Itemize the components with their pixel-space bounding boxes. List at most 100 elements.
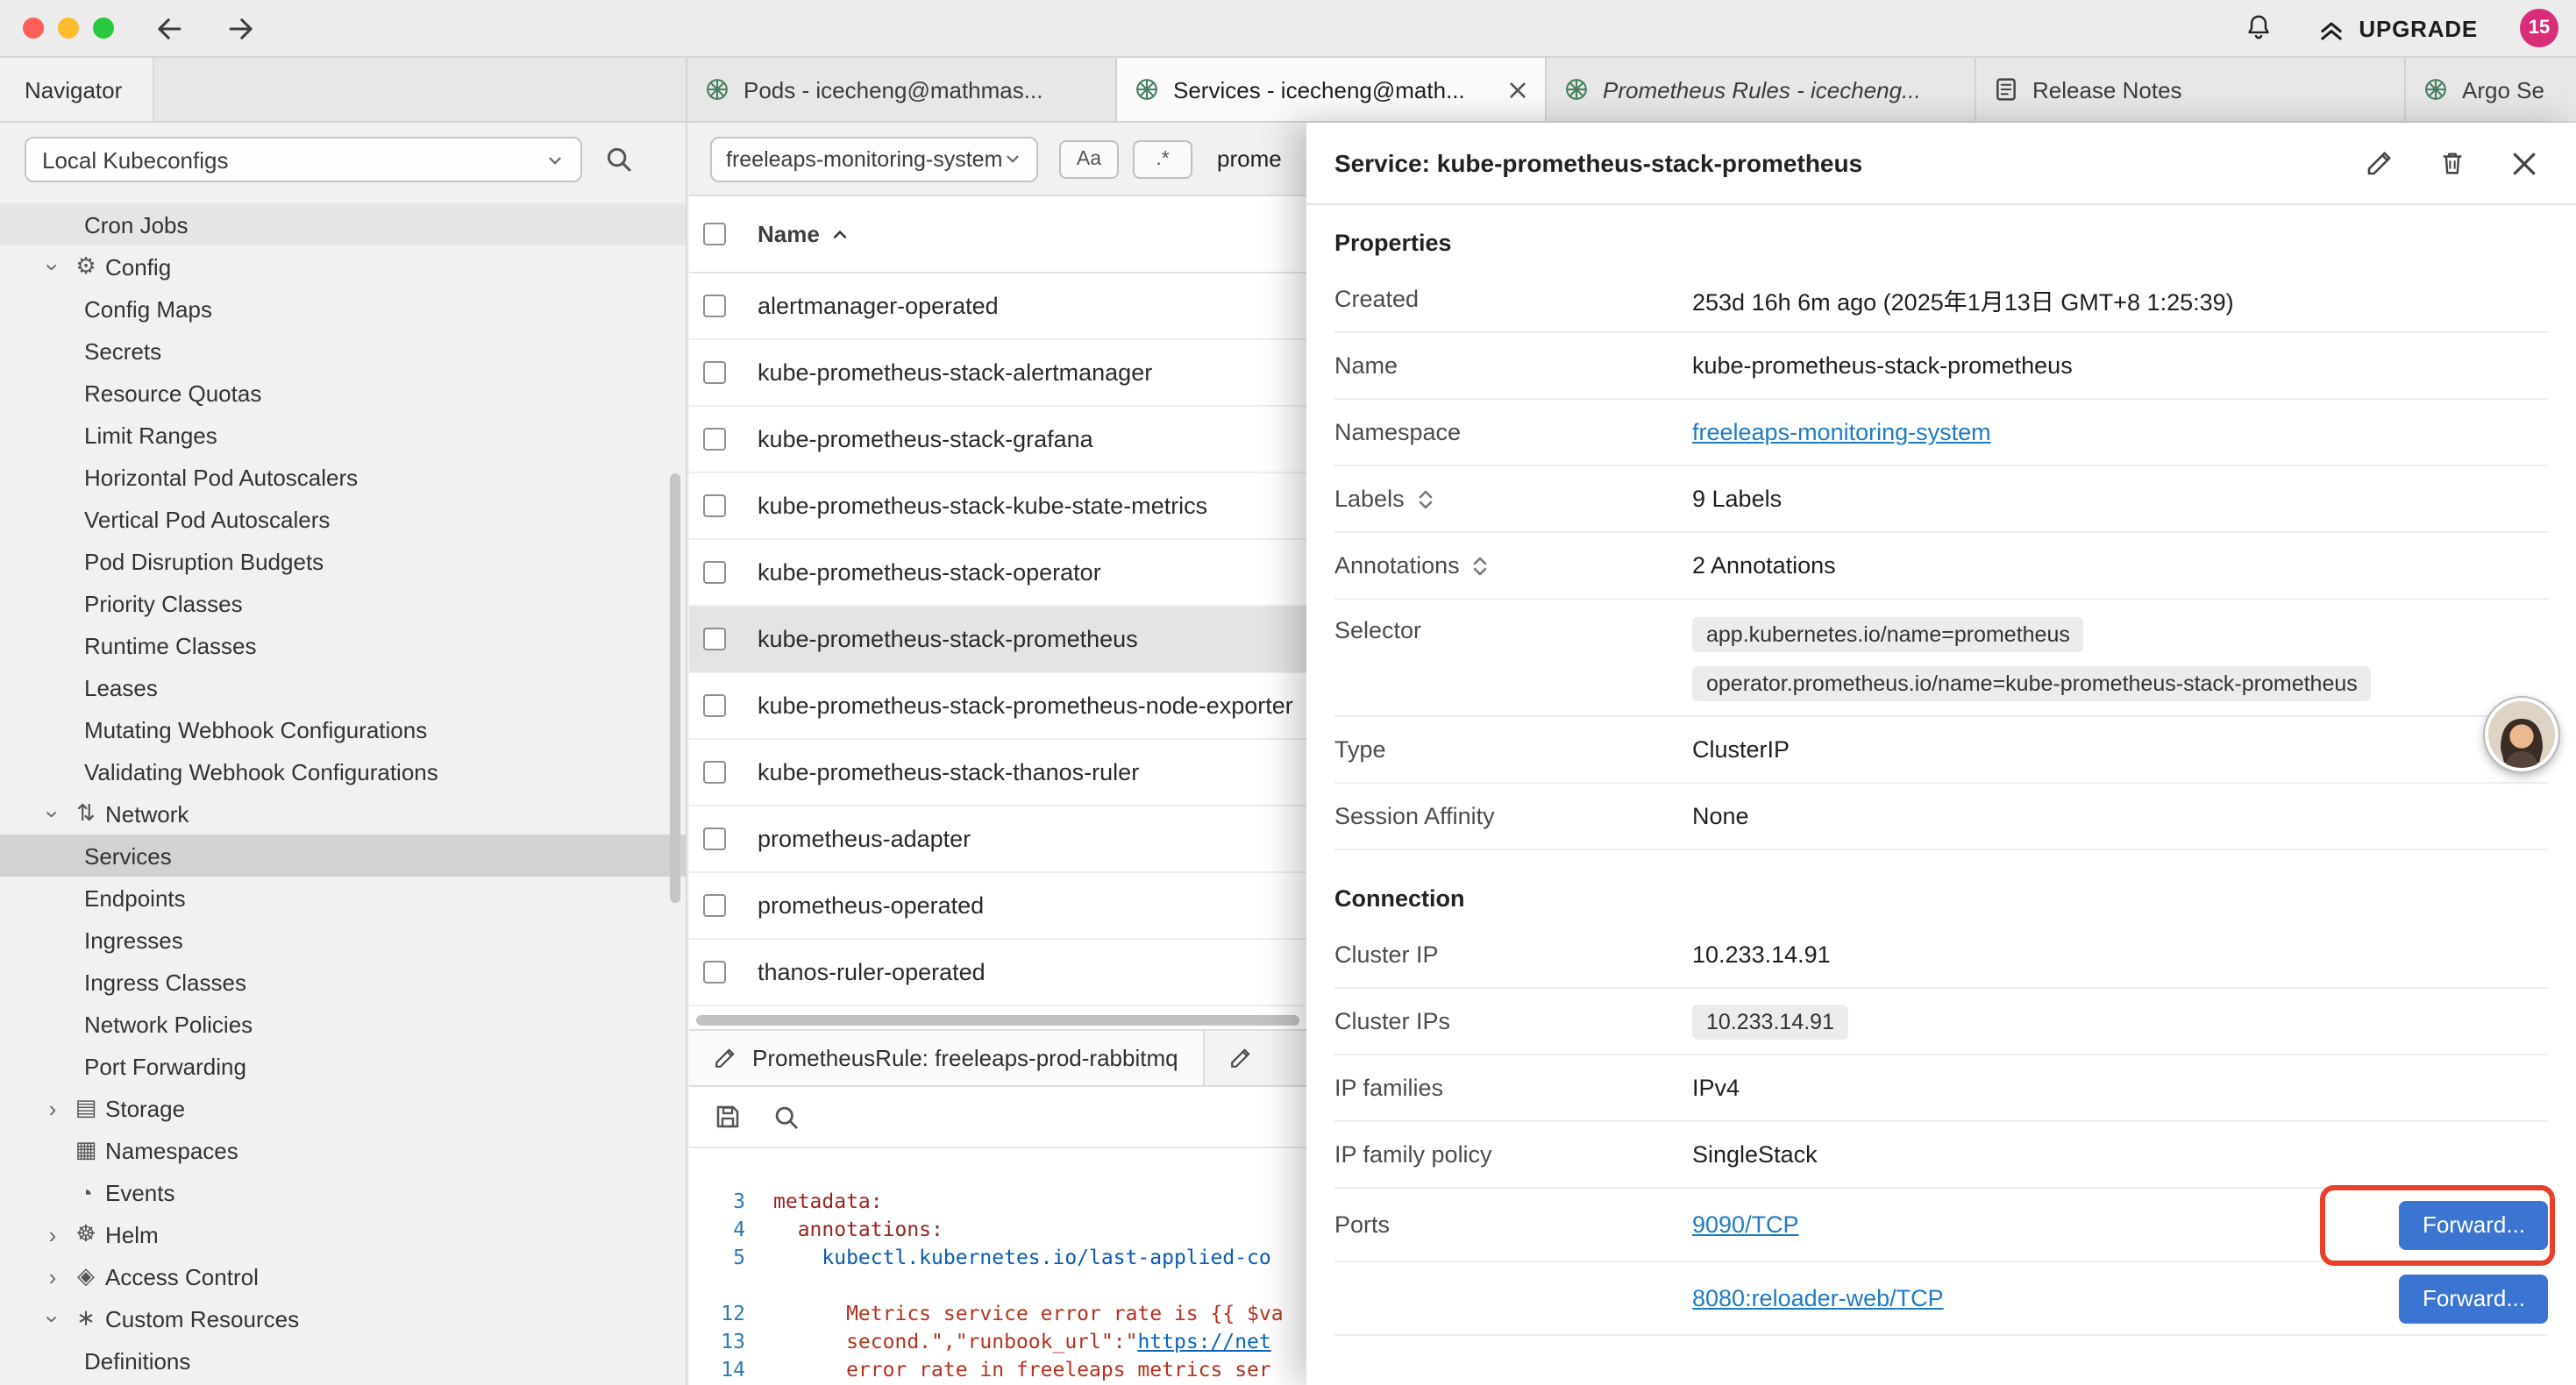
row-checkbox[interactable] [703, 694, 726, 717]
port-link[interactable]: 8080:reloader-web/TCP [1692, 1285, 1944, 1311]
sidebar-item[interactable]: Leases [0, 666, 686, 708]
row-checkbox[interactable] [703, 761, 726, 784]
navigator-header[interactable]: Navigator [0, 58, 154, 121]
minimize-window-button[interactable] [58, 18, 79, 39]
sidebar-item[interactable]: Ingresses [0, 919, 686, 961]
sidebar-item[interactable]: ⚙ Config [0, 245, 686, 288]
service-name: kube-prometheus-stack-prometheus-node-ex… [758, 692, 1293, 719]
close-tab-icon[interactable] [1508, 80, 1527, 99]
close-window-button[interactable] [23, 18, 44, 39]
sidebar-item[interactable]: ▦ Namespaces [0, 1129, 686, 1171]
row-checkbox[interactable] [703, 827, 726, 850]
row-checkbox[interactable] [703, 295, 726, 317]
detail-label: Namespace [1334, 419, 1692, 445]
detail-row-annotations: Annotations 2 Annotations [1334, 533, 2548, 600]
namespace-link[interactable]: freeleaps-monitoring-system [1692, 419, 1991, 445]
match-case-toggle[interactable]: Aa [1059, 139, 1119, 178]
detail-value: None [1692, 803, 2548, 829]
detail-row-type: Type ClusterIP [1334, 717, 2548, 784]
forward-button[interactable] [224, 11, 258, 45]
detail-value[interactable]: 9 Labels [1692, 486, 2548, 512]
row-checkbox[interactable] [703, 961, 726, 984]
horizontal-scrollbar-thumb[interactable] [696, 1015, 1299, 1026]
notifications-bell-icon[interactable] [2243, 12, 2274, 44]
dock-tab-prometheusrule[interactable]: PrometheusRule: freeleaps-prod-rabbitmq [689, 1031, 1205, 1085]
detail-label: Name [1334, 352, 1692, 379]
sidebar-item-label: Resource Quotas [84, 380, 261, 406]
sidebar-item[interactable]: Vertical Pod Autoscalers [0, 498, 686, 540]
sidebar-item[interactable]: ∗ Custom Resources [0, 1297, 686, 1339]
sidebar-item[interactable]: Mutating Webhook Configurations [0, 708, 686, 750]
code-text: error rate in freeleaps metrics ser [773, 1355, 1271, 1383]
tab-pods[interactable]: Pods - icecheng@mathmas... [687, 58, 1117, 121]
sidebar-item[interactable]: ◈ Access Control [0, 1255, 686, 1297]
sidebar-item[interactable]: Port Forwarding [0, 1045, 686, 1087]
sidebar-item[interactable]: Services [0, 835, 686, 877]
tab-argo[interactable]: Argo Se [2406, 58, 2576, 121]
sidebar-item[interactable]: Runtime Classes [0, 624, 686, 666]
line-number: 3 [689, 1187, 773, 1215]
sidebar-item[interactable]: Endpoints [0, 877, 686, 919]
row-checkbox[interactable] [703, 361, 726, 384]
sidebar-item[interactable]: ▤ Storage [0, 1087, 686, 1129]
forward-button[interactable]: Forward... [2400, 1200, 2548, 1249]
sidebar-item[interactable]: Priority Classes [0, 582, 686, 624]
sidebar-item[interactable]: Network Policies [0, 1003, 686, 1045]
sidebar-search-icon[interactable] [605, 146, 633, 174]
port-link[interactable]: 9090/TCP [1692, 1211, 1799, 1238]
close-icon[interactable] [2511, 150, 2537, 176]
edit-icon[interactable] [2366, 149, 2394, 177]
sidebar-item[interactable]: Ingress Classes [0, 961, 686, 1003]
workspace: Local Kubeconfigs Cron Jobs [0, 123, 2576, 1385]
sidebar-item[interactable]: ⇅ Network [0, 792, 686, 835]
back-button[interactable] [153, 11, 186, 45]
detail-label: Ports [1334, 1211, 1692, 1238]
name-column-header[interactable]: Name [758, 221, 820, 247]
zoom-window-button[interactable] [93, 18, 114, 39]
sidebar-item[interactable]: Pod Disruption Budgets [0, 540, 686, 582]
network-icon: ⇅ [67, 799, 105, 827]
sidebar-item[interactable]: Horizontal Pod Autoscalers [0, 456, 686, 498]
expand-collapse-icon[interactable] [1417, 488, 1434, 509]
titlebar-right: UPGRADE 15 [2243, 9, 2558, 47]
select-all-checkbox[interactable] [703, 223, 726, 245]
row-checkbox[interactable] [703, 894, 726, 917]
row-checkbox[interactable] [703, 561, 726, 584]
save-icon[interactable] [714, 1103, 742, 1131]
sidebar-item[interactable]: Config Maps [0, 288, 686, 330]
sidebar-item[interactable]: Cron Jobs [0, 203, 686, 245]
sidebar-item[interactable]: Limit Ranges [0, 414, 686, 456]
code-text: metadata: [773, 1187, 883, 1215]
detail-label: Cluster IP [1334, 941, 1692, 968]
upgrade-button[interactable]: UPGRADE [2316, 13, 2478, 43]
user-avatar[interactable] [2485, 698, 2558, 771]
namespace-selector[interactable]: freeleaps-monitoring-system [710, 136, 1038, 181]
sidebar-item[interactable]: Definitions [0, 1339, 686, 1381]
kubeconfig-selector[interactable]: Local Kubeconfigs [25, 137, 582, 182]
sidebar-item-label: Limit Ranges [84, 422, 217, 448]
sidebar-item[interactable]: Secrets [0, 330, 686, 372]
row-checkbox[interactable] [703, 628, 726, 650]
row-checkbox[interactable] [703, 428, 726, 451]
detail-row-cluster-ip: Cluster IP 10.233.14.91 [1334, 922, 2548, 989]
sidebar-item[interactable]: ☸ Helm [0, 1213, 686, 1255]
notification-count-badge[interactable]: 15 [2520, 9, 2558, 47]
sort-ascending-icon[interactable] [832, 225, 850, 243]
tab-prometheus-rules[interactable]: Prometheus Rules - icecheng... [1547, 58, 1976, 121]
expand-collapse-icon[interactable] [1472, 555, 1490, 576]
editor-search-icon[interactable] [773, 1104, 800, 1130]
regex-toggle[interactable]: .* [1133, 139, 1192, 178]
sidebar-scrollbar[interactable] [670, 473, 680, 903]
detail-value[interactable]: 2 Annotations [1692, 552, 2548, 579]
sidebar-item-label: Config [105, 253, 171, 280]
sidebar-item[interactable]: ◔ Events [0, 1171, 686, 1213]
delete-icon[interactable] [2439, 149, 2466, 177]
access-control-icon: ◈ [67, 1262, 105, 1290]
sidebar-item[interactable]: Validating Webhook Configurations [0, 750, 686, 792]
selector-badge: operator.prometheus.io/name=kube-prometh… [1692, 666, 2372, 701]
tab-services[interactable]: Services - icecheng@math... [1117, 58, 1547, 121]
sidebar-item[interactable]: Resource Quotas [0, 372, 686, 414]
tab-release-notes[interactable]: Release Notes [1976, 58, 2406, 121]
forward-button[interactable]: Forward... [2400, 1274, 2548, 1323]
row-checkbox[interactable] [703, 494, 726, 517]
